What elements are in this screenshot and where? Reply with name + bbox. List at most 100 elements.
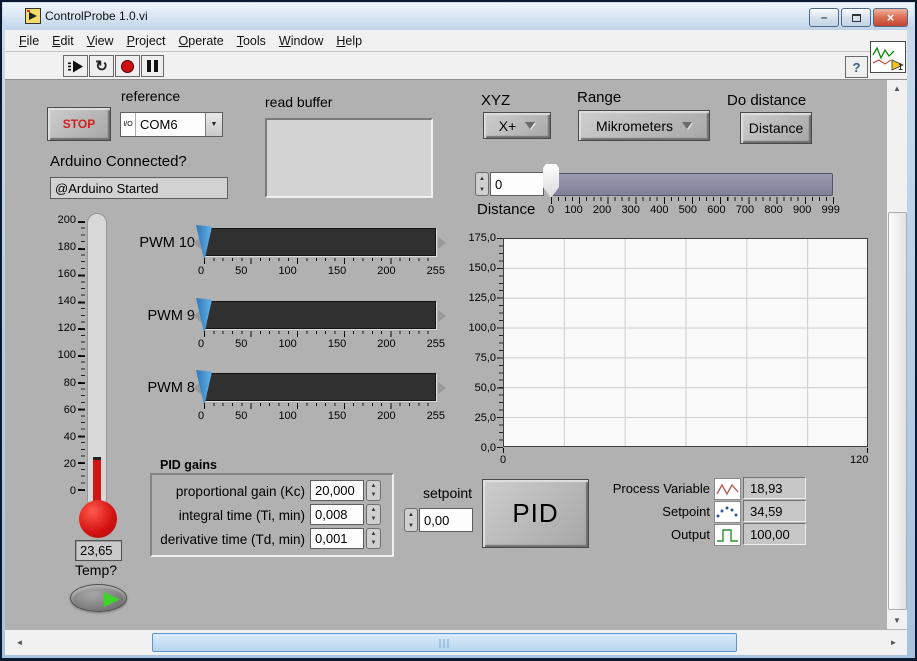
pwm-scale: 050100150200255 — [198, 265, 445, 277]
reference-label: reference — [121, 88, 180, 104]
vi-icon[interactable]: 1 — [870, 41, 906, 73]
run-continuous-icon: ↻ — [95, 59, 108, 74]
thermometer-scale: 200180160140120100806040200 — [43, 214, 76, 497]
menu-item-operate[interactable]: Operate — [179, 34, 224, 48]
titlebar[interactable]: ControlProbe 1.0.vi – × — [3, 3, 914, 30]
menu-item-edit[interactable]: Edit — [52, 34, 74, 48]
horizontal-scrollbar[interactable]: ◄ ► — [5, 629, 907, 655]
setpoint-spinner[interactable]: ▲▼ — [404, 508, 418, 532]
scroll-left-icon: ◄ — [16, 638, 24, 647]
pwm10-label: PWM 10 — [63, 235, 195, 251]
integral-time-spinner[interactable]: ▲▼ — [366, 504, 381, 525]
vertical-scrollbar-thumb[interactable] — [888, 212, 907, 610]
derivative-time-field[interactable] — [310, 528, 364, 549]
pwm9-slider-track[interactable] — [203, 301, 436, 329]
chart-x-label-start: 0 — [500, 454, 506, 466]
pwm9-increment-arrow-icon[interactable] — [438, 310, 446, 322]
range-label: Range — [577, 89, 621, 106]
vertical-scrollbar[interactable]: ▲ ▼ — [886, 80, 907, 629]
distance-button-label: Distance — [749, 120, 803, 136]
minimize-icon: – — [821, 12, 827, 24]
pwm8-slider-track[interactable] — [203, 373, 436, 401]
process-variable-value: 18,93 — [743, 477, 806, 499]
process-variable-curve-icon[interactable] — [714, 478, 741, 500]
increment-icon[interactable]: ▲ — [476, 173, 488, 184]
xyz-label: XYZ — [481, 92, 510, 109]
chart-y-axis-labels: 175,0150,0125,0100,075,050,025,00,0 — [455, 232, 496, 454]
range-ring-selector[interactable]: Mikrometers — [578, 110, 710, 141]
scroll-up-button[interactable]: ▲ — [887, 80, 907, 97]
distance-minor-ticks — [551, 197, 835, 201]
pwm9-label: PWM 9 — [63, 308, 195, 324]
run-continuous-button[interactable]: ↻ — [89, 55, 114, 77]
menu-item-window[interactable]: Window — [279, 34, 323, 48]
vi-icon-badge: 1 — [898, 62, 903, 72]
scroll-right-button[interactable]: ► — [885, 633, 902, 652]
led-arrow-icon — [104, 592, 120, 607]
legend-process-variable-label: Process Variable — [593, 481, 710, 496]
pid-button[interactable]: PID — [482, 479, 589, 548]
reference-combo[interactable]: I/O COM6 ▼ — [120, 112, 223, 137]
labview-vi-icon — [25, 8, 41, 24]
run-button[interactable] — [63, 55, 88, 77]
distance-button[interactable]: Distance — [740, 112, 812, 144]
setpoint-field[interactable] — [419, 508, 473, 532]
distance-numeric-input[interactable] — [491, 173, 543, 195]
maximize-button[interactable] — [841, 8, 871, 27]
proportional-gain-spinner[interactable]: ▲▼ — [366, 480, 381, 501]
derivative-time-spinner[interactable]: ▲▼ — [366, 528, 381, 549]
derivative-time-input[interactable] — [311, 529, 363, 548]
pwm8-increment-arrow-icon[interactable] — [438, 382, 446, 394]
abort-button[interactable] — [115, 55, 140, 77]
pwm10-increment-arrow-icon[interactable] — [438, 237, 446, 249]
integral-time-label: integral time (Ti, min) — [155, 508, 305, 523]
setpoint-value: 34,59 — [743, 500, 806, 522]
pwm10-slider-track[interactable] — [203, 228, 436, 256]
decrement-icon[interactable]: ▼ — [476, 184, 488, 195]
setpoint-input[interactable] — [420, 509, 472, 531]
pwm8-minor-ticks — [204, 403, 437, 406]
vi-window: ControlProbe 1.0.vi – × File Edit View P… — [0, 0, 917, 661]
scrollbar-grip-icon — [439, 639, 450, 648]
distance-spinner[interactable]: ▲ ▼ — [475, 172, 489, 196]
scroll-right-icon: ► — [890, 638, 898, 647]
window-title: ControlProbe 1.0.vi — [45, 9, 148, 23]
menu-item-project[interactable]: Project — [127, 34, 166, 48]
temp-label: Temp? — [75, 562, 117, 578]
pause-icon — [147, 60, 151, 72]
chart-x-tick-end — [867, 448, 868, 453]
minimize-button[interactable]: – — [809, 8, 839, 27]
integral-time-input[interactable] — [311, 505, 363, 524]
temp-led-button[interactable] — [70, 584, 127, 612]
reference-dropdown-button[interactable]: ▼ — [205, 113, 222, 136]
horizontal-scrollbar-thumb[interactable] — [152, 633, 737, 652]
front-panel: STOP reference I/O COM6 ▼ read buffer Ar… — [5, 80, 886, 629]
proportional-gain-field[interactable] — [310, 480, 364, 501]
read-buffer-label: read buffer — [265, 94, 332, 110]
pwm9-minor-ticks — [204, 331, 437, 334]
xyz-value: X+ — [499, 118, 517, 134]
menu-item-tools[interactable]: Tools — [237, 34, 266, 48]
do-distance-label: Do distance — [727, 92, 806, 109]
menu-item-file[interactable]: File — [19, 34, 39, 48]
scroll-left-button[interactable]: ◄ — [11, 633, 28, 652]
menu-item-view[interactable]: View — [87, 34, 114, 48]
output-curve-icon[interactable] — [714, 524, 741, 546]
integral-time-field[interactable] — [310, 504, 364, 525]
distance-numeric-box[interactable] — [490, 172, 544, 196]
pause-button[interactable] — [141, 55, 164, 77]
proportional-gain-input[interactable] — [311, 481, 363, 500]
close-button[interactable]: × — [873, 8, 908, 27]
dropdown-arrow-icon: ▼ — [211, 121, 218, 128]
legend-setpoint-label: Setpoint — [593, 504, 710, 519]
scroll-down-button[interactable]: ▼ — [887, 612, 907, 629]
xyz-ring-selector[interactable]: X+ — [483, 112, 551, 139]
setpoint-curve-icon[interactable] — [714, 501, 741, 523]
chart-x-tick-start — [503, 448, 504, 453]
menu-item-help[interactable]: Help — [336, 34, 362, 48]
pwm10-minor-ticks — [204, 258, 437, 261]
distance-slider-track[interactable] — [550, 173, 833, 196]
stop-button[interactable]: STOP — [47, 107, 111, 141]
help-button[interactable]: ? — [845, 56, 868, 78]
setpoint-label: setpoint — [423, 485, 472, 501]
